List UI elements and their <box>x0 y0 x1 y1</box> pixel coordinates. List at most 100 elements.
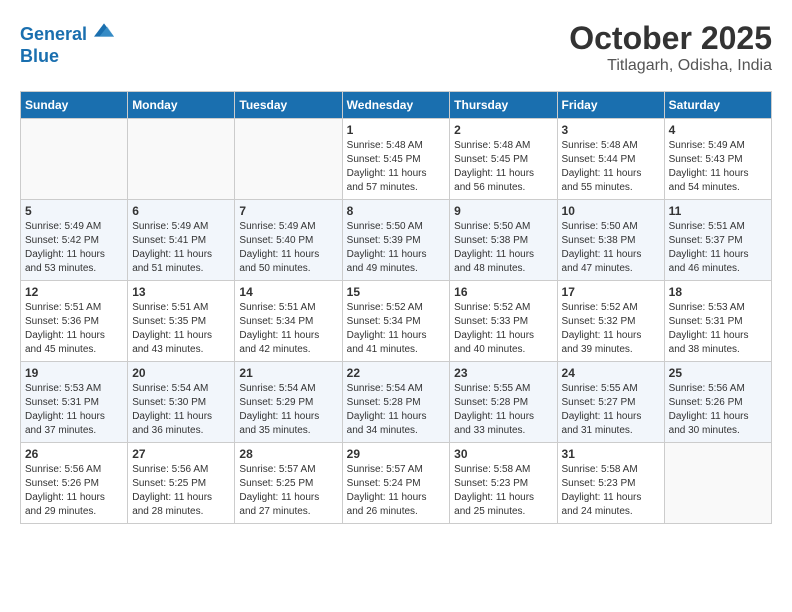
calendar-day-cell: 26 Sunrise: 5:56 AM Sunset: 5:26 PM Dayli… <box>21 443 128 524</box>
calendar-day-cell: 11Sunrise: 5:51 AM Sunset: 5:37 PM Dayli… <box>664 200 771 281</box>
day-info: Sunrise: 5:49 AM Sunset: 5:41 PM Dayligh… <box>132 220 230 276</box>
logo: General Blue <box>20 20 114 67</box>
day-info: Sunrise: 5:55 AM Sunset: 5:27 PM Dayligh… <box>562 382 660 438</box>
calendar-day-cell <box>21 119 128 200</box>
day-info: Sunrise: 5:52 AM Sunset: 5:34 PM Dayligh… <box>347 301 446 357</box>
weekday-header-cell: Sunday <box>21 92 128 119</box>
day-info: Sunrise: 5:56 AM Sunset: 5:26 PM Dayligh… <box>669 382 767 438</box>
day-info: Sunrise: 5:51 AM Sunset: 5:35 PM Dayligh… <box>132 301 230 357</box>
day-number: 26 <box>25 447 123 461</box>
logo-icon <box>94 20 114 40</box>
calendar-week-row: 5Sunrise: 5:49 AM Sunset: 5:42 PM Daylig… <box>21 200 772 281</box>
day-number: 28 <box>239 447 337 461</box>
logo-blue: Blue <box>20 46 114 68</box>
day-number: 27 <box>132 447 230 461</box>
day-info: Sunrise: 5:58 AM Sunset: 5:23 PM Dayligh… <box>562 463 660 519</box>
calendar-day-cell: 25 Sunrise: 5:56 AM Sunset: 5:26 PM Dayli… <box>664 362 771 443</box>
weekday-header-cell: Saturday <box>664 92 771 119</box>
calendar-day-cell: 1Sunrise: 5:48 AM Sunset: 5:45 PM Daylig… <box>342 119 450 200</box>
calendar-day-cell: 3Sunrise: 5:48 AM Sunset: 5:44 PM Daylig… <box>557 119 664 200</box>
month-title: October 2025 <box>569 20 772 57</box>
calendar-day-cell: 9 Sunrise: 5:50 AM Sunset: 5:38 PM Daylig… <box>450 200 557 281</box>
weekday-header-cell: Friday <box>557 92 664 119</box>
day-number: 6 <box>132 204 230 218</box>
calendar-day-cell: 14Sunrise: 5:51 AM Sunset: 5:34 PM Dayli… <box>235 281 342 362</box>
day-number: 12 <box>25 285 123 299</box>
day-number: 21 <box>239 366 337 380</box>
calendar-day-cell: 24 Sunrise: 5:55 AM Sunset: 5:27 PM Dayli… <box>557 362 664 443</box>
day-number: 31 <box>562 447 660 461</box>
calendar-day-cell: 21 Sunrise: 5:54 AM Sunset: 5:29 PM Dayli… <box>235 362 342 443</box>
calendar-day-cell: 23 Sunrise: 5:55 AM Sunset: 5:28 PM Dayli… <box>450 362 557 443</box>
day-info: Sunrise: 5:52 AM Sunset: 5:32 PM Dayligh… <box>562 301 660 357</box>
calendar-day-cell: 15 Sunrise: 5:52 AM Sunset: 5:34 PM Dayli… <box>342 281 450 362</box>
calendar-week-row: 26 Sunrise: 5:56 AM Sunset: 5:26 PM Dayli… <box>21 443 772 524</box>
day-info: Sunrise: 5:55 AM Sunset: 5:28 PM Dayligh… <box>454 382 552 438</box>
day-info: Sunrise: 5:56 AM Sunset: 5:25 PM Dayligh… <box>132 463 230 519</box>
day-info: Sunrise: 5:54 AM Sunset: 5:28 PM Dayligh… <box>347 382 446 438</box>
calendar-day-cell: 30Sunrise: 5:58 AM Sunset: 5:23 PM Dayli… <box>450 443 557 524</box>
calendar-day-cell <box>128 119 235 200</box>
day-number: 18 <box>669 285 767 299</box>
day-info: Sunrise: 5:54 AM Sunset: 5:30 PM Dayligh… <box>132 382 230 438</box>
day-number: 8 <box>347 204 446 218</box>
day-info: Sunrise: 5:56 AM Sunset: 5:26 PM Dayligh… <box>25 463 123 519</box>
day-number: 9 <box>454 204 552 218</box>
day-info: Sunrise: 5:57 AM Sunset: 5:24 PM Dayligh… <box>347 463 446 519</box>
day-info: Sunrise: 5:50 AM Sunset: 5:39 PM Dayligh… <box>347 220 446 276</box>
calendar-week-row: 19 Sunrise: 5:53 AM Sunset: 5:31 PM Dayli… <box>21 362 772 443</box>
calendar-day-cell: 28Sunrise: 5:57 AM Sunset: 5:25 PM Dayli… <box>235 443 342 524</box>
day-info: Sunrise: 5:52 AM Sunset: 5:33 PM Dayligh… <box>454 301 552 357</box>
calendar-day-cell: 13Sunrise: 5:51 AM Sunset: 5:35 PM Dayli… <box>128 281 235 362</box>
page-header: General Blue October 2025 Titlagarh, Odi… <box>20 20 772 75</box>
day-info: Sunrise: 5:54 AM Sunset: 5:29 PM Dayligh… <box>239 382 337 438</box>
calendar-table: SundayMondayTuesdayWednesdayThursdayFrid… <box>20 91 772 524</box>
day-info: Sunrise: 5:51 AM Sunset: 5:37 PM Dayligh… <box>669 220 767 276</box>
location-subtitle: Titlagarh, Odisha, India <box>569 57 772 75</box>
day-info: Sunrise: 5:48 AM Sunset: 5:45 PM Dayligh… <box>347 139 446 195</box>
logo-text: General <box>20 20 114 46</box>
calendar-day-cell: 12Sunrise: 5:51 AM Sunset: 5:36 PM Dayli… <box>21 281 128 362</box>
calendar-day-cell: 4 Sunrise: 5:49 AM Sunset: 5:43 PM Daylig… <box>664 119 771 200</box>
day-number: 22 <box>347 366 446 380</box>
day-info: Sunrise: 5:49 AM Sunset: 5:43 PM Dayligh… <box>669 139 767 195</box>
day-number: 16 <box>454 285 552 299</box>
calendar-day-cell: 2 Sunrise: 5:48 AM Sunset: 5:45 PM Daylig… <box>450 119 557 200</box>
day-info: Sunrise: 5:50 AM Sunset: 5:38 PM Dayligh… <box>562 220 660 276</box>
weekday-header-cell: Thursday <box>450 92 557 119</box>
calendar-day-cell: 20Sunrise: 5:54 AM Sunset: 5:30 PM Dayli… <box>128 362 235 443</box>
day-number: 29 <box>347 447 446 461</box>
calendar-day-cell: 5Sunrise: 5:49 AM Sunset: 5:42 PM Daylig… <box>21 200 128 281</box>
day-number: 4 <box>669 123 767 137</box>
calendar-day-cell: 18 Sunrise: 5:53 AM Sunset: 5:31 PM Dayli… <box>664 281 771 362</box>
calendar-week-row: 1Sunrise: 5:48 AM Sunset: 5:45 PM Daylig… <box>21 119 772 200</box>
day-number: 7 <box>239 204 337 218</box>
day-number: 19 <box>25 366 123 380</box>
calendar-day-cell: 19 Sunrise: 5:53 AM Sunset: 5:31 PM Dayli… <box>21 362 128 443</box>
day-number: 17 <box>562 285 660 299</box>
day-number: 14 <box>239 285 337 299</box>
day-info: Sunrise: 5:53 AM Sunset: 5:31 PM Dayligh… <box>669 301 767 357</box>
day-number: 10 <box>562 204 660 218</box>
day-info: Sunrise: 5:48 AM Sunset: 5:45 PM Dayligh… <box>454 139 552 195</box>
day-info: Sunrise: 5:50 AM Sunset: 5:38 PM Dayligh… <box>454 220 552 276</box>
weekday-header-cell: Monday <box>128 92 235 119</box>
day-number: 23 <box>454 366 552 380</box>
calendar-day-cell: 10 Sunrise: 5:50 AM Sunset: 5:38 PM Dayli… <box>557 200 664 281</box>
calendar-day-cell: 31 Sunrise: 5:58 AM Sunset: 5:23 PM Dayli… <box>557 443 664 524</box>
calendar-day-cell: 6 Sunrise: 5:49 AM Sunset: 5:41 PM Daylig… <box>128 200 235 281</box>
day-number: 2 <box>454 123 552 137</box>
title-block: October 2025 Titlagarh, Odisha, India <box>569 20 772 75</box>
calendar-body: 1Sunrise: 5:48 AM Sunset: 5:45 PM Daylig… <box>21 119 772 524</box>
logo-general: General <box>20 24 87 44</box>
calendar-day-cell: 29 Sunrise: 5:57 AM Sunset: 5:24 PM Dayli… <box>342 443 450 524</box>
weekday-header-cell: Wednesday <box>342 92 450 119</box>
day-info: Sunrise: 5:53 AM Sunset: 5:31 PM Dayligh… <box>25 382 123 438</box>
day-number: 30 <box>454 447 552 461</box>
day-number: 25 <box>669 366 767 380</box>
calendar-week-row: 12Sunrise: 5:51 AM Sunset: 5:36 PM Dayli… <box>21 281 772 362</box>
calendar-day-cell: 22 Sunrise: 5:54 AM Sunset: 5:28 PM Dayli… <box>342 362 450 443</box>
day-number: 15 <box>347 285 446 299</box>
day-info: Sunrise: 5:49 AM Sunset: 5:42 PM Dayligh… <box>25 220 123 276</box>
day-number: 24 <box>562 366 660 380</box>
